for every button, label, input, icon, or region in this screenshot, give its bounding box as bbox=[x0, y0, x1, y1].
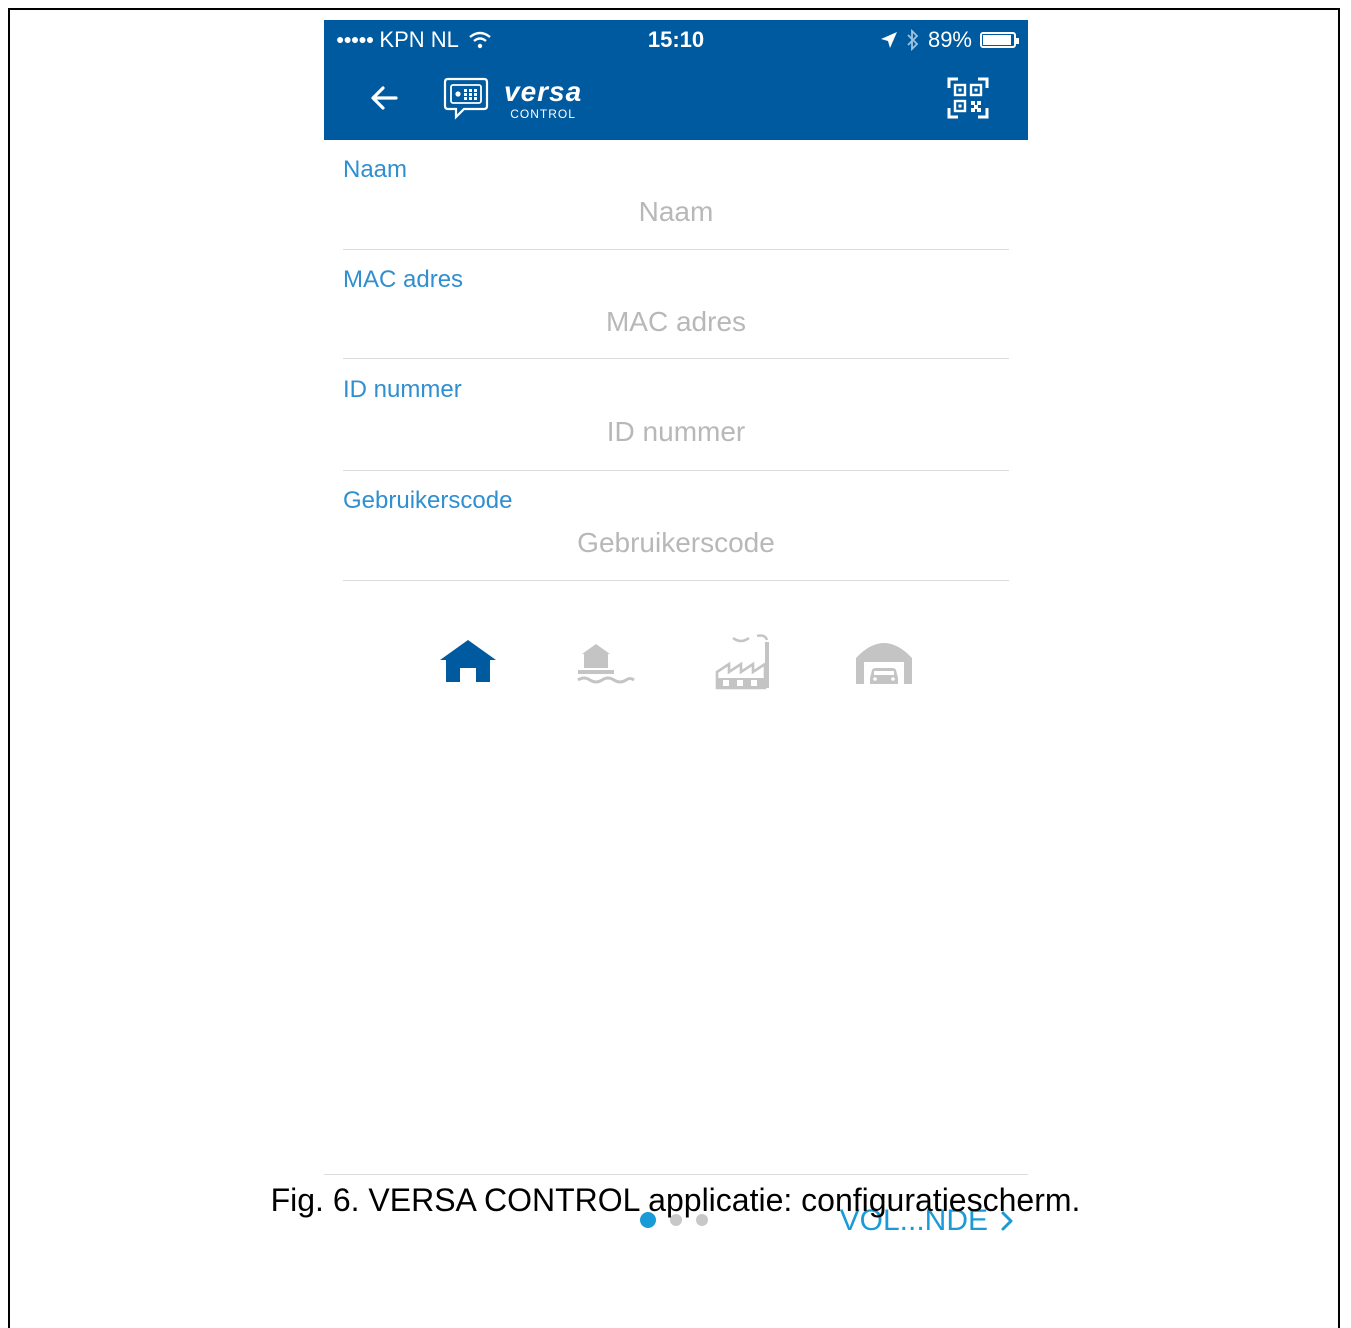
garage-icon[interactable] bbox=[852, 630, 916, 694]
field-label: ID nummer bbox=[343, 376, 462, 403]
field-label: Gebruikerscode bbox=[343, 487, 513, 514]
factory-icon[interactable] bbox=[713, 630, 777, 694]
app-header: ●●●●● KPN NL 15:10 89% versa CONTROL bbox=[324, 20, 1028, 140]
back-arrow-icon[interactable] bbox=[364, 78, 404, 118]
field-label: MAC adres bbox=[343, 266, 464, 293]
location-arrow-icon bbox=[880, 32, 897, 48]
status-right: 89% bbox=[880, 27, 1019, 53]
app-logo: versa CONTROL bbox=[442, 74, 582, 124]
field-gebruikerscode: Gebruikerscode bbox=[343, 471, 1009, 581]
field-naam: Naam bbox=[343, 140, 1009, 250]
lakeside-house-icon[interactable] bbox=[574, 630, 638, 694]
house-icon[interactable] bbox=[436, 630, 500, 694]
logo-subtitle: CONTROL bbox=[510, 107, 576, 121]
battery-percentage: 89% bbox=[927, 27, 972, 52]
id-number-input[interactable] bbox=[343, 416, 1009, 448]
bluetooth-icon bbox=[907, 29, 919, 51]
logo-title: versa bbox=[504, 76, 583, 107]
keypad-icon bbox=[443, 77, 489, 120]
field-id-nummer: ID nummer bbox=[343, 360, 1009, 471]
nav-bar: versa CONTROL bbox=[324, 60, 1028, 140]
property-type-selector bbox=[324, 630, 1028, 700]
mac-address-input[interactable] bbox=[343, 306, 1009, 338]
status-bar: ●●●●● KPN NL 15:10 89% bbox=[324, 20, 1028, 60]
field-label: Naam bbox=[343, 156, 408, 183]
qr-code-icon[interactable] bbox=[946, 76, 990, 120]
phone-screen: ●●●●● KPN NL 15:10 89% versa CONTROL Naa… bbox=[324, 20, 1028, 1260]
logo-wordmark: versa CONTROL bbox=[504, 76, 583, 121]
footer-divider bbox=[324, 1174, 1028, 1175]
field-mac-adres: MAC adres bbox=[343, 250, 1009, 359]
user-code-input[interactable] bbox=[343, 527, 1009, 559]
figure-caption: Fig. 6. VERSA CONTROL applicatie: config… bbox=[270, 1182, 1081, 1218]
naam-input[interactable] bbox=[343, 196, 1009, 228]
battery-icon bbox=[980, 32, 1019, 48]
